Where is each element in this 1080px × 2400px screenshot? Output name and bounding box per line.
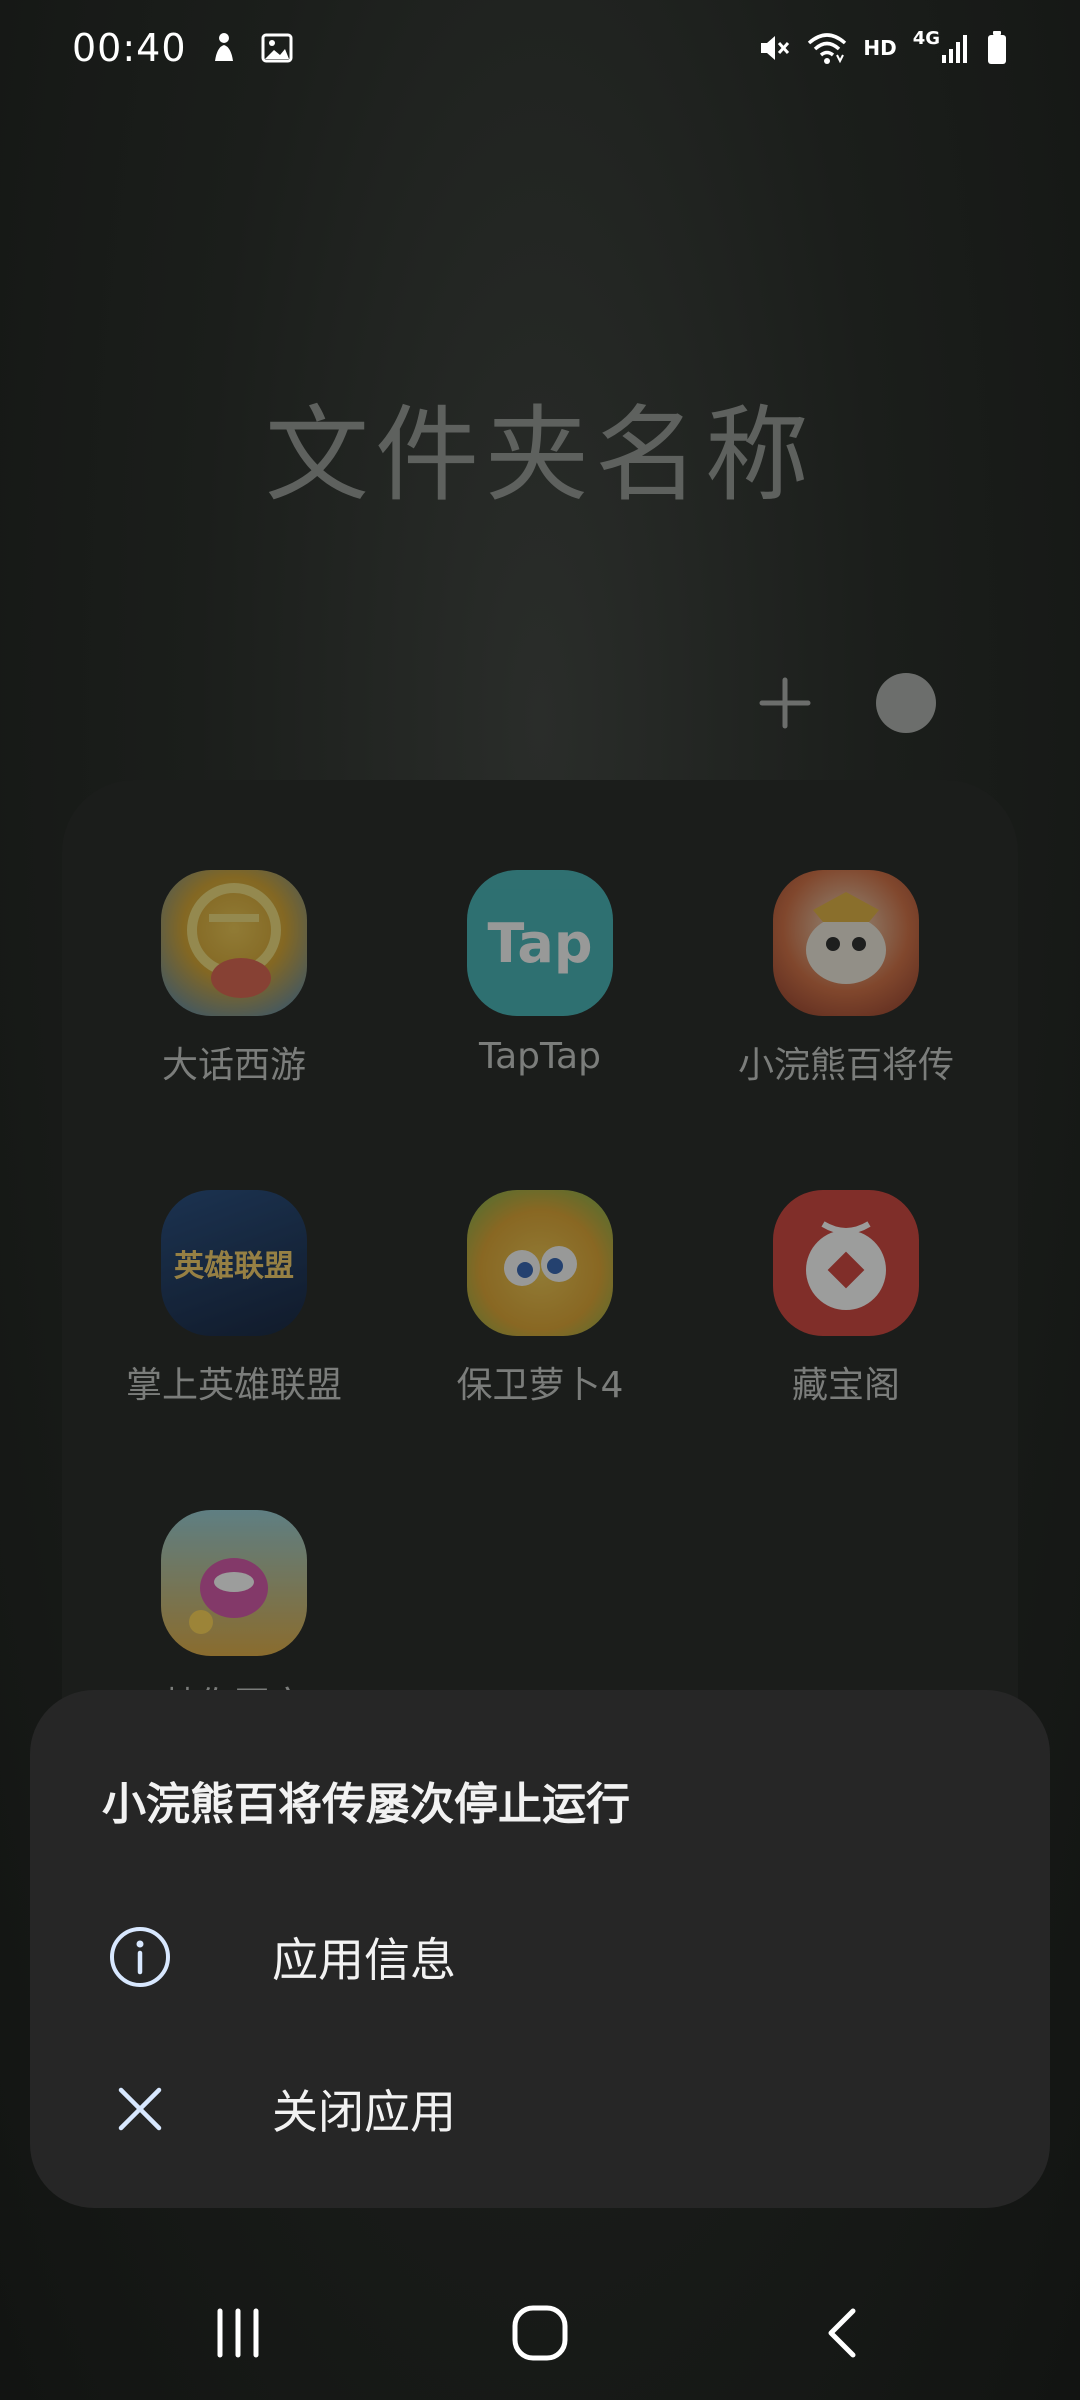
status-left: 00:40: [72, 26, 293, 70]
app-label: TapTap: [479, 1036, 601, 1077]
gallery-notification-icon: [261, 33, 293, 63]
lol-glyph: 英雄联盟: [174, 1249, 294, 1284]
xiaohuanxiong-app-icon: [773, 870, 919, 1016]
app-label: 掌上英雄联盟: [125, 1365, 342, 1406]
recent-apps-icon[interactable]: [178, 2288, 298, 2378]
app-info-label: 应用信息: [272, 1933, 456, 1987]
app-item-carrot[interactable]: 保卫萝卜4: [390, 1190, 690, 1408]
plus-icon[interactable]: [740, 668, 830, 738]
info-icon: [100, 1917, 180, 1997]
app-item-taptap[interactable]: Tap TapTap: [390, 870, 690, 1077]
app-info-button[interactable]: 应用信息: [30, 1892, 1050, 2022]
figure-notification-icon: [209, 31, 239, 65]
wifi-icon: [807, 31, 847, 65]
app-item-lol[interactable]: 英雄联盟 掌上英雄联盟: [84, 1190, 384, 1408]
close-icon: [100, 2069, 180, 2149]
app-label: 藏宝阁: [791, 1365, 900, 1406]
signal-icon: 4G: [912, 27, 970, 65]
battery-icon: [986, 30, 1008, 66]
folder-panel: 大话西游 Tap TapTap 小浣熊百将传 英雄联盟 掌上英雄联盟 保卫萝卜4…: [62, 780, 1018, 1780]
folder-actions: [740, 668, 936, 738]
back-icon[interactable]: [782, 2288, 902, 2378]
navigation-bar: [0, 2270, 1080, 2400]
monster-app-icon: [161, 1510, 307, 1656]
taptap-glyph: Tap: [487, 911, 593, 975]
dialog-title: 小浣熊百将传屡次停止运行: [102, 1779, 630, 1830]
home-icon[interactable]: [480, 2288, 600, 2378]
status-right: HD 4G: [757, 27, 1008, 66]
dahuaxiyou-app-icon: [161, 870, 307, 1016]
screen: 00:40 HD 4G 文件夹名称 大话西游 Tap TapTap 小浣熊百将传…: [0, 0, 1080, 2400]
app-item-dahuaxiyou[interactable]: 大话西游: [84, 870, 384, 1088]
mute-icon: [757, 31, 791, 65]
status-bar: 00:40 HD 4G: [0, 0, 1080, 96]
league-of-legends-app-icon: 英雄联盟: [161, 1190, 307, 1336]
app-error-dialog: 小浣熊百将传屡次停止运行 应用信息 关闭应用: [30, 1690, 1050, 2208]
taptap-app-icon: Tap: [467, 870, 613, 1016]
close-app-label: 关闭应用: [272, 2085, 456, 2139]
folder-color-button[interactable]: [876, 673, 936, 733]
network-type-label: 4G: [912, 27, 940, 49]
app-label: 保卫萝卜4: [456, 1365, 624, 1406]
carrot-defense-app-icon: [467, 1190, 613, 1336]
app-label: 大话西游: [161, 1045, 306, 1086]
app-item-cangbaoge[interactable]: 藏宝阁: [696, 1190, 996, 1408]
folder-name-input[interactable]: 文件夹名称: [0, 370, 1080, 521]
app-item-xiaohuanxiong[interactable]: 小浣熊百将传: [696, 870, 996, 1088]
cangbaoge-app-icon: [773, 1190, 919, 1336]
status-time: 00:40: [72, 26, 187, 70]
app-label: 小浣熊百将传: [737, 1045, 954, 1086]
hd-icon: HD: [863, 36, 897, 60]
close-app-button[interactable]: 关闭应用: [30, 2044, 1050, 2174]
